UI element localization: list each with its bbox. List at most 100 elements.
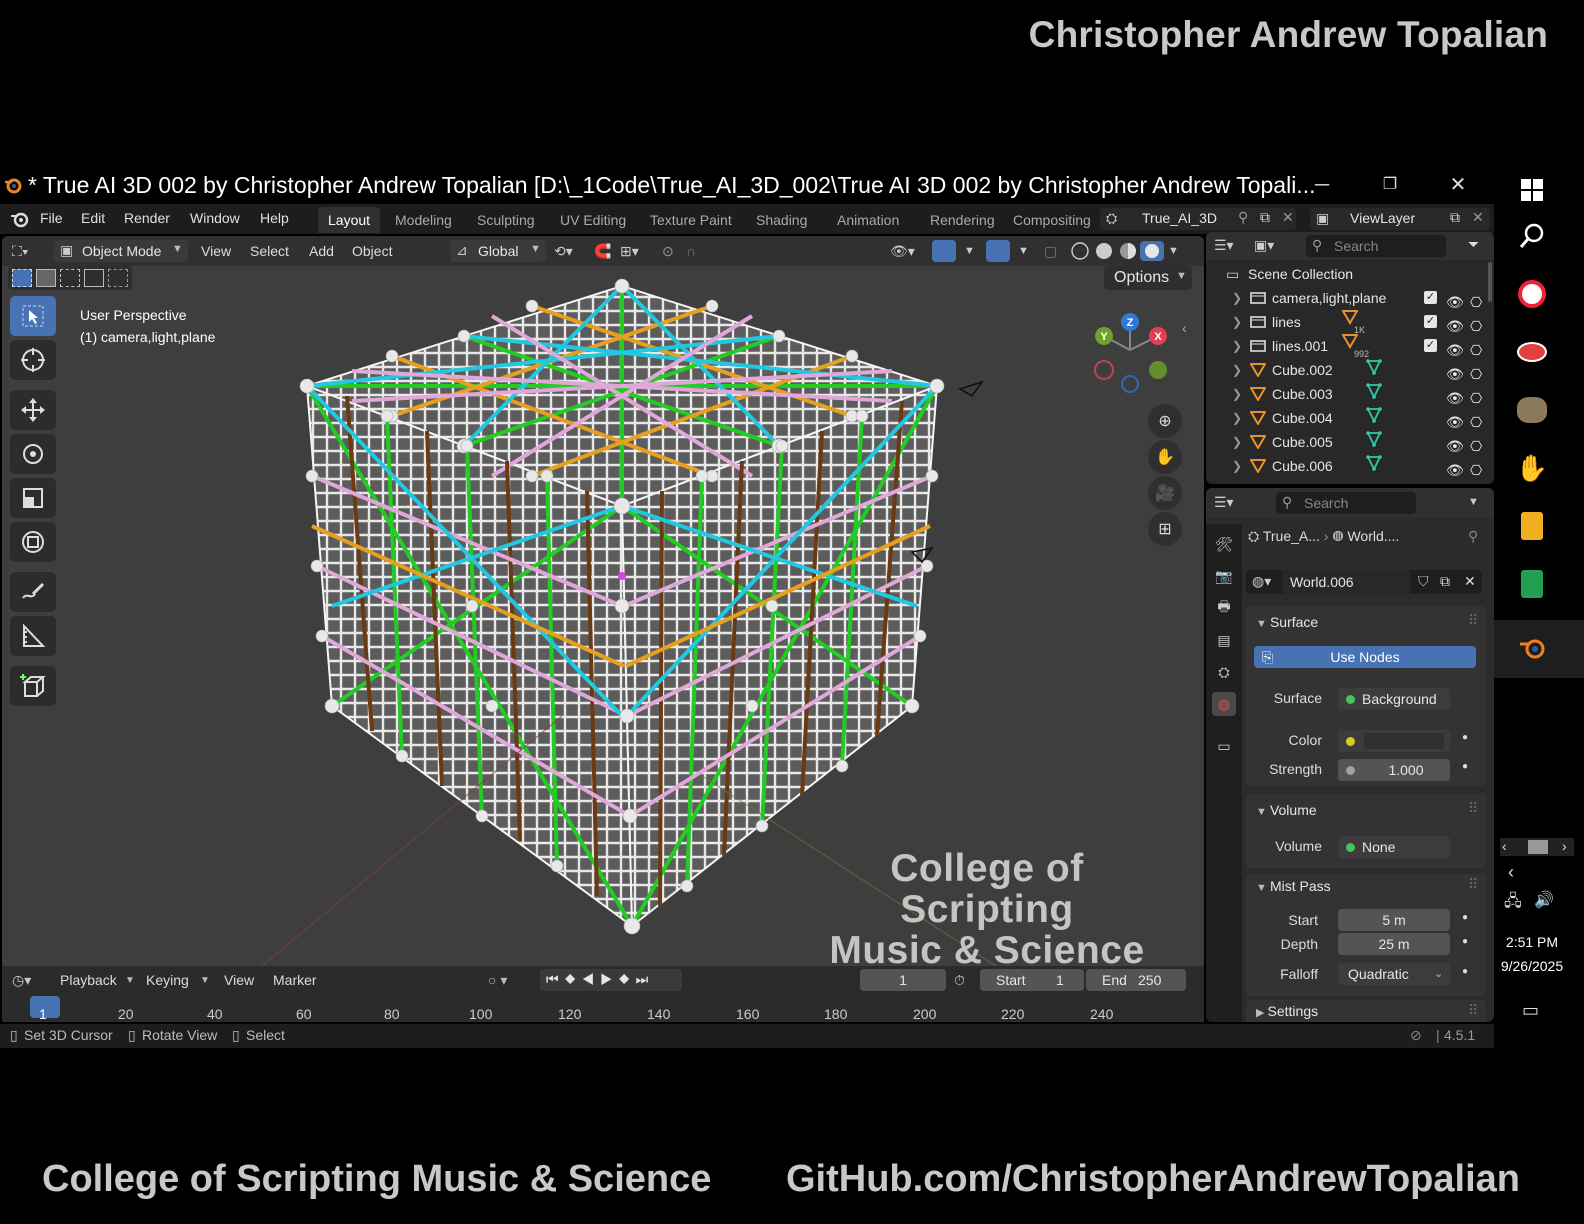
tab-uv-editing[interactable]: UV Editing bbox=[550, 207, 636, 233]
axis-gizmo[interactable]: Z X Y bbox=[1092, 312, 1172, 396]
blender-taskbar-icon[interactable] bbox=[1512, 628, 1552, 668]
expand-chevron-icon[interactable]: ❯ bbox=[1232, 406, 1242, 430]
strength-field[interactable]: 1.000 bbox=[1338, 759, 1450, 781]
drag-handle-icon[interactable]: ⠿ bbox=[1468, 800, 1478, 817]
stopwatch-icon[interactable]: ⏱ bbox=[954, 972, 965, 989]
scroll-right-icon[interactable]: › bbox=[1562, 838, 1567, 854]
tab-modeling[interactable]: Modeling bbox=[385, 207, 462, 233]
world-browse-icon[interactable]: ◍▾ bbox=[1252, 573, 1271, 590]
notification-icon[interactable]: ▭ bbox=[1522, 1000, 1539, 1021]
world-datablock-selector[interactable]: ◍▾ World.006 ⛉ ⧉ ✕ bbox=[1246, 570, 1482, 594]
outliner-row[interactable]: ❯ lines 1K ✓ 👁 ⎔ bbox=[1206, 310, 1494, 335]
zoom-view-button[interactable]: ⊕ bbox=[1148, 404, 1182, 438]
view-layer-selector[interactable]: ▣ ViewLayer ⧉ ✕ bbox=[1310, 208, 1490, 230]
windows-start-icon[interactable] bbox=[1512, 170, 1552, 210]
new-scene-icon[interactable]: ⧉ bbox=[1260, 209, 1270, 226]
surface-shader-field[interactable]: Background bbox=[1338, 688, 1450, 710]
start-frame-field[interactable]: Start 1 bbox=[980, 969, 1084, 991]
clock-date[interactable]: 9/26/2025 bbox=[1494, 958, 1570, 974]
outliner-scene-collection[interactable]: ▭ Scene Collection bbox=[1206, 262, 1494, 286]
blender-menu-icon[interactable] bbox=[10, 210, 30, 228]
sidebar-toggle-icon[interactable]: ‹ bbox=[1182, 320, 1187, 336]
tab-layout[interactable]: Layout bbox=[318, 207, 381, 233]
tab-sculpting[interactable]: Sculpting bbox=[467, 207, 545, 233]
outliner-row[interactable]: ❯ Cube.004 👁 ⎔ bbox=[1206, 406, 1494, 430]
keyframe-dot-icon[interactable]: ● bbox=[1462, 966, 1468, 977]
expand-chevron-icon[interactable]: ❯ bbox=[1232, 382, 1242, 406]
volume-shader-field[interactable]: None bbox=[1338, 836, 1450, 858]
outliner-row[interactable]: ❯ lines.001 992 ✓ 👁 ⎔ bbox=[1206, 334, 1494, 359]
delete-scene-icon[interactable]: ✕ bbox=[1282, 209, 1294, 226]
app-yellow-doc-icon[interactable] bbox=[1512, 506, 1552, 546]
app-green-sheet-icon[interactable] bbox=[1512, 564, 1552, 604]
outliner-scrollbar[interactable] bbox=[1488, 262, 1492, 302]
expand-chevron-icon[interactable]: ❯ bbox=[1232, 358, 1242, 382]
tab-rendering[interactable]: Rendering bbox=[920, 207, 1005, 233]
volume-panel-header[interactable]: ▼ Volume bbox=[1256, 802, 1317, 818]
outliner-row[interactable]: ❯ Cube.002 👁 ⎔ bbox=[1206, 358, 1494, 382]
outliner-row[interactable]: ❯ Cube.005 👁 ⎔ bbox=[1206, 430, 1494, 454]
scene-tab-icon[interactable]: ⛭ bbox=[1212, 660, 1236, 684]
network-icon[interactable]: 🖧 bbox=[1504, 890, 1522, 917]
timeline-menu-marker[interactable]: Marker bbox=[273, 972, 317, 988]
mist-start-field[interactable]: 5 m bbox=[1338, 909, 1450, 931]
outliner-row[interactable]: ❯ Cube.006 👁 ⎔ bbox=[1206, 454, 1494, 478]
menu-window[interactable]: Window bbox=[190, 210, 240, 226]
pin-icon[interactable]: ⚲ bbox=[1238, 209, 1248, 226]
clock-time[interactable]: 2:51 PM bbox=[1494, 934, 1570, 950]
current-frame-field[interactable]: 1 bbox=[860, 969, 946, 991]
end-frame-field[interactable]: End 250 bbox=[1086, 969, 1186, 991]
drag-handle-icon[interactable]: ⠿ bbox=[1468, 612, 1478, 629]
volume-icon[interactable]: 🔊 bbox=[1534, 890, 1554, 910]
keyframe-dot-icon[interactable]: ● bbox=[1462, 732, 1468, 743]
drag-handle-icon[interactable]: ⠿ bbox=[1468, 1002, 1478, 1019]
exclude-checkbox[interactable]: ✓ bbox=[1424, 291, 1437, 304]
settings-panel-header[interactable]: ▶ Settings bbox=[1256, 1003, 1318, 1019]
menu-file[interactable]: File bbox=[40, 210, 63, 226]
mist-falloff-select[interactable]: Quadratic ⌄ bbox=[1338, 963, 1450, 985]
fake-user-shield-icon[interactable]: ⛉ bbox=[1418, 573, 1429, 590]
app-hand-icon[interactable]: ✋ bbox=[1512, 448, 1552, 488]
app-red-circle-icon[interactable] bbox=[1512, 274, 1552, 314]
output-tab-icon[interactable]: 🖶 bbox=[1212, 596, 1236, 620]
filter-icon[interactable]: ⏷ bbox=[1468, 236, 1479, 253]
delete-view-layer-icon[interactable]: ✕ bbox=[1472, 209, 1484, 226]
gimp-icon[interactable] bbox=[1512, 390, 1552, 430]
unlink-icon[interactable]: ✕ bbox=[1464, 573, 1476, 590]
menu-render[interactable]: Render bbox=[124, 210, 170, 226]
taskbar-scrollbar[interactable]: ‹ › bbox=[1500, 838, 1574, 856]
keyframe-dot-icon[interactable]: ● bbox=[1462, 936, 1468, 947]
outliner-row[interactable]: ❯ Cube.003 👁 ⎔ bbox=[1206, 382, 1494, 406]
expand-chevron-icon[interactable]: ❯ bbox=[1232, 286, 1242, 310]
menu-edit[interactable]: Edit bbox=[81, 210, 105, 226]
tray-expand-icon[interactable]: ‹ bbox=[1508, 862, 1514, 883]
color-swatch[interactable] bbox=[1364, 733, 1444, 749]
scene-selector[interactable]: ⛭ True_AI_3D ⚲ ⧉ ✕ bbox=[1100, 208, 1296, 230]
new-view-layer-icon[interactable]: ⧉ bbox=[1450, 209, 1460, 226]
drag-handle-icon[interactable]: ⠿ bbox=[1468, 876, 1478, 893]
properties-search-input[interactable]: ⚲ Search bbox=[1276, 492, 1416, 514]
pan-view-button[interactable]: ✋ bbox=[1148, 440, 1182, 474]
expand-chevron-icon[interactable]: ❯ bbox=[1232, 454, 1242, 478]
app-brush-icon[interactable] bbox=[1512, 332, 1552, 372]
world-tab-icon[interactable]: ◍ bbox=[1212, 692, 1236, 716]
camera-render-icon[interactable]: ⎔ bbox=[1470, 458, 1482, 482]
world-name-field[interactable]: World.006 bbox=[1282, 570, 1410, 594]
eye-icon[interactable]: 👁 bbox=[1446, 458, 1464, 482]
surface-panel-header[interactable]: ▼ Surface bbox=[1256, 614, 1318, 630]
auto-key-icon[interactable]: ○ ▾ bbox=[488, 972, 507, 989]
exclude-checkbox[interactable]: ✓ bbox=[1424, 315, 1437, 328]
pin-icon[interactable]: ⚲ bbox=[1468, 528, 1478, 545]
scroll-left-icon[interactable]: ‹ bbox=[1502, 838, 1507, 854]
duplicate-icon[interactable]: ⧉ bbox=[1440, 573, 1450, 590]
expand-chevron-icon[interactable]: ❯ bbox=[1232, 310, 1242, 334]
keyframe-dot-icon[interactable]: ● bbox=[1462, 761, 1468, 772]
use-nodes-button[interactable]: ⎘ Use Nodes bbox=[1254, 646, 1476, 668]
exclude-checkbox[interactable]: ✓ bbox=[1424, 339, 1437, 352]
timeline-menu-keying[interactable]: Keying bbox=[146, 972, 189, 988]
properties-editor-type-icon[interactable]: ☰▾ bbox=[1214, 494, 1234, 511]
outliner-row[interactable]: ❯ camera,light,plane ✓ 👁 ⎔ bbox=[1206, 286, 1494, 310]
display-mode-icon[interactable]: ▣▾ bbox=[1254, 237, 1274, 254]
camera-view-button[interactable]: 🎥 bbox=[1148, 476, 1182, 510]
scroll-thumb[interactable] bbox=[1528, 840, 1548, 854]
